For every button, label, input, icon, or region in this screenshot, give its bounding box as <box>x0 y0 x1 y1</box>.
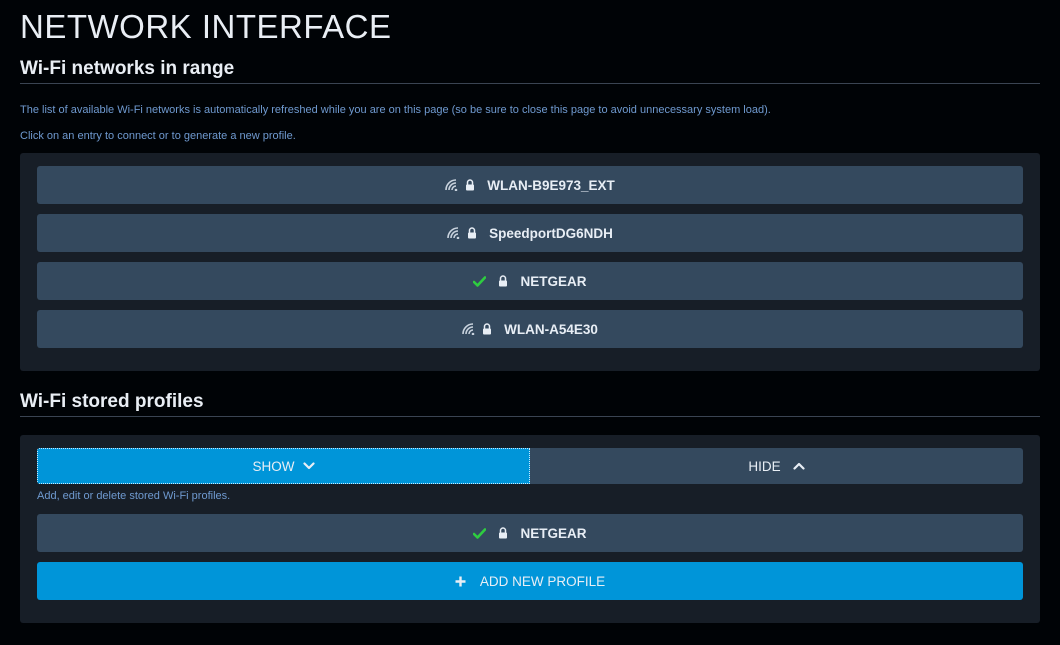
network-ssid: WLAN-B9E973_EXT <box>487 177 615 193</box>
connected-check-icon <box>473 275 487 287</box>
profiles-divider <box>20 416 1040 417</box>
wifi-signal-icon <box>447 227 461 239</box>
page-title: NETWORK INTERFACE <box>20 8 392 45</box>
lock-icon <box>467 227 477 239</box>
network-ssid: SpeedportDG6NDH <box>489 225 613 241</box>
show-label: SHOW <box>252 458 295 474</box>
networks-section-title: Wi-Fi networks in range <box>20 58 235 79</box>
profile-ssid: NETGEAR <box>520 525 587 541</box>
hide-profiles-button[interactable]: HIDE <box>530 448 1023 484</box>
networks-panel: WLAN-B9E973_EXT SpeedportDG6NDH NETGEAR <box>20 153 1040 371</box>
profiles-hint: Add, edit or delete stored Wi-Fi profile… <box>37 490 231 502</box>
network-entry[interactable]: WLAN-B9E973_EXT <box>37 166 1023 204</box>
connected-check-icon <box>473 527 487 539</box>
hide-label: HIDE <box>748 458 781 474</box>
lock-icon <box>498 527 508 539</box>
profiles-show-hide-toggle: SHOW HIDE <box>37 448 1023 484</box>
lock-icon <box>465 179 475 191</box>
profiles-panel: SHOW HIDE Add, edit or delete stored Wi-… <box>20 435 1040 623</box>
networks-refresh-hint: The list of available Wi-Fi networks is … <box>20 104 771 116</box>
chevron-down-icon <box>302 462 315 470</box>
show-profiles-button[interactable]: SHOW <box>37 448 530 484</box>
add-new-profile-label: ADD NEW PROFILE <box>479 573 606 589</box>
page: NETWORK INTERFACE Wi-Fi networks in rang… <box>0 0 1060 645</box>
network-entry-connected[interactable]: NETGEAR <box>37 262 1023 300</box>
network-ssid: WLAN-A54E30 <box>504 321 598 337</box>
profiles-section-title: Wi-Fi stored profiles <box>20 391 204 412</box>
network-entry[interactable]: SpeedportDG6NDH <box>37 214 1023 252</box>
network-ssid: NETGEAR <box>520 273 587 289</box>
plus-icon <box>455 576 466 587</box>
wifi-signal-icon <box>445 179 459 191</box>
chevron-up-icon <box>793 462 805 470</box>
lock-icon <box>498 275 508 287</box>
add-new-profile-button[interactable]: ADD NEW PROFILE <box>37 562 1023 600</box>
network-entry[interactable]: WLAN-A54E30 <box>37 310 1023 348</box>
networks-divider <box>20 83 1040 84</box>
profile-entry[interactable]: NETGEAR <box>37 514 1023 552</box>
wifi-signal-icon <box>462 323 476 335</box>
lock-icon <box>482 323 492 335</box>
networks-click-hint: Click on an entry to connect or to gener… <box>20 130 296 142</box>
